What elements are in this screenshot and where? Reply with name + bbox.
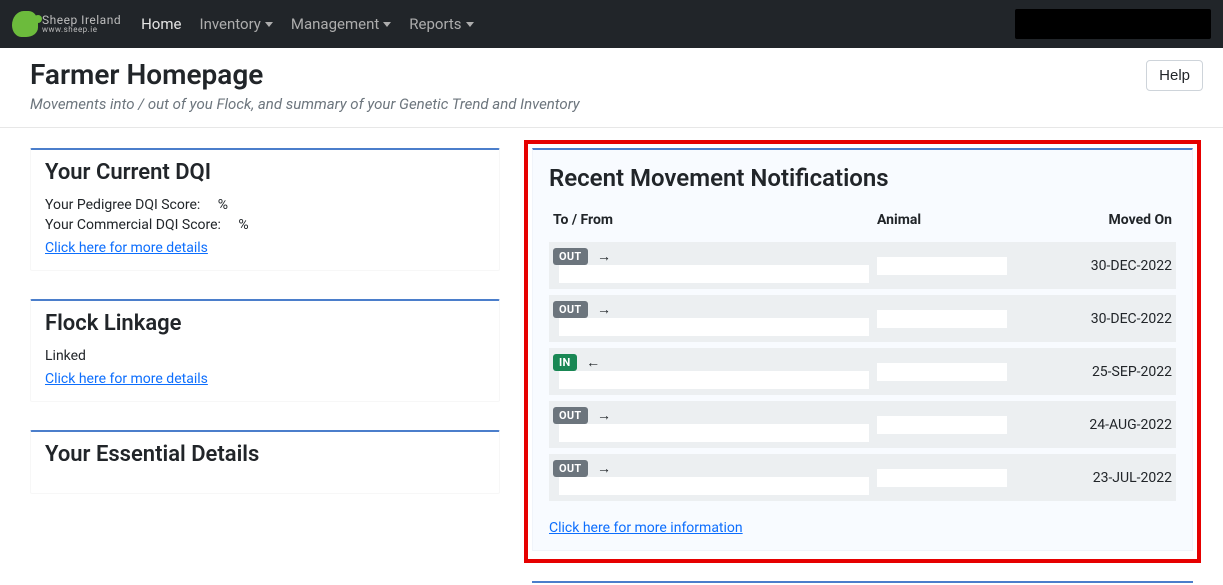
direction-badge: OUT xyxy=(553,460,588,477)
caret-down-icon xyxy=(466,22,474,27)
nav-home[interactable]: Home xyxy=(141,15,181,33)
caret-down-icon xyxy=(265,22,273,27)
nav-reports[interactable]: Reports xyxy=(409,15,473,33)
col-animal: Animal xyxy=(873,206,1073,239)
moved-on: 30-DEC-2022 xyxy=(1073,292,1176,345)
tofrom-blank xyxy=(559,371,869,389)
table-row: IN ← 25-SEP-2022 xyxy=(549,345,1176,398)
table-row: OUT → 30-DEC-2022 xyxy=(549,292,1176,345)
table-row: OUT → 24-AUG-2022 xyxy=(549,398,1176,451)
sheep-logo-icon xyxy=(12,11,38,37)
animal-blank xyxy=(877,257,1007,275)
col-moved: Moved On xyxy=(1073,206,1176,239)
table-row: OUT → 23-JUL-2022 xyxy=(549,451,1176,501)
dqi-commercial-label: Your Commercial DQI Score: xyxy=(45,217,221,233)
essential-title: Your Essential Details xyxy=(45,442,485,467)
dqi-pedigree-label: Your Pedigree DQI Score: xyxy=(45,197,200,213)
nav-inventory[interactable]: Inventory xyxy=(199,15,272,33)
arrow-icon: → xyxy=(597,460,611,477)
direction-badge: IN xyxy=(553,354,577,371)
brand-sub: www.sheep.ie xyxy=(42,26,121,34)
flock-title: Flock Linkage xyxy=(45,311,485,336)
movements-table: To / From Animal Moved On OUT → 30-DEC-2… xyxy=(549,206,1176,501)
caret-down-icon xyxy=(383,22,391,27)
animal-blank xyxy=(877,310,1007,328)
tofrom-blank xyxy=(559,265,869,283)
tofrom-blank xyxy=(559,424,869,442)
nav-links: Home Inventory Management Reports xyxy=(141,15,473,33)
flock-details-link[interactable]: Click here for more details xyxy=(45,371,208,387)
dqi-title: Your Current DQI xyxy=(45,160,485,185)
dqi-card: Your Current DQI Your Pedigree DQI Score… xyxy=(30,148,500,271)
tofrom-blank xyxy=(559,477,869,495)
nav-user-area[interactable] xyxy=(1015,9,1211,39)
flock-status: Linked xyxy=(45,348,485,364)
nav-management[interactable]: Management xyxy=(291,15,391,33)
movements-more-link[interactable]: Click here for more information xyxy=(549,520,743,536)
tofrom-blank xyxy=(559,318,869,336)
arrow-icon: → xyxy=(597,407,611,424)
help-button[interactable]: Help xyxy=(1146,60,1203,91)
right-column: Recent Movement Notifications To / From … xyxy=(532,148,1193,585)
arrow-icon: ← xyxy=(586,354,600,371)
moved-on: 23-JUL-2022 xyxy=(1073,451,1176,501)
moved-on: 24-AUG-2022 xyxy=(1073,398,1176,451)
brand[interactable]: Sheep Ireland www.sheep.ie xyxy=(12,11,121,37)
animal-blank xyxy=(877,363,1007,381)
page-subtitle: Movements into / out of you Flock, and s… xyxy=(30,95,580,113)
movements-card: Recent Movement Notifications To / From … xyxy=(532,148,1193,551)
movements-title: Recent Movement Notifications xyxy=(549,164,1176,192)
dqi-details-link[interactable]: Click here for more details xyxy=(45,240,208,256)
dqi-commercial-value: % xyxy=(238,217,248,233)
left-column: Your Current DQI Your Pedigree DQI Score… xyxy=(30,148,500,494)
navbar: Sheep Ireland www.sheep.ie Home Inventor… xyxy=(0,0,1223,48)
direction-badge: OUT xyxy=(553,407,588,424)
page-title: Farmer Homepage xyxy=(30,58,580,91)
nav-management-label: Management xyxy=(291,15,379,33)
table-row: OUT → 30-DEC-2022 xyxy=(549,239,1176,292)
arrow-icon: → xyxy=(597,248,611,265)
arrow-icon: → xyxy=(597,301,611,318)
nav-inventory-label: Inventory xyxy=(199,15,260,33)
essential-card: Your Essential Details xyxy=(30,430,500,494)
dqi-pedigree-value: % xyxy=(218,197,228,213)
col-tofrom: To / From xyxy=(549,206,873,239)
nav-reports-label: Reports xyxy=(409,15,461,33)
direction-badge: OUT xyxy=(553,301,588,318)
flock-card: Flock Linkage Linked Click here for more… xyxy=(30,299,500,402)
content: Your Current DQI Your Pedigree DQI Score… xyxy=(0,128,1223,585)
direction-badge: OUT xyxy=(553,248,588,265)
page-header: Farmer Homepage Movements into / out of … xyxy=(0,48,1223,128)
moved-on: 30-DEC-2022 xyxy=(1073,239,1176,292)
animal-blank xyxy=(877,469,1007,487)
next-card-top xyxy=(532,581,1193,585)
moved-on: 25-SEP-2022 xyxy=(1073,345,1176,398)
animal-blank xyxy=(877,416,1007,434)
